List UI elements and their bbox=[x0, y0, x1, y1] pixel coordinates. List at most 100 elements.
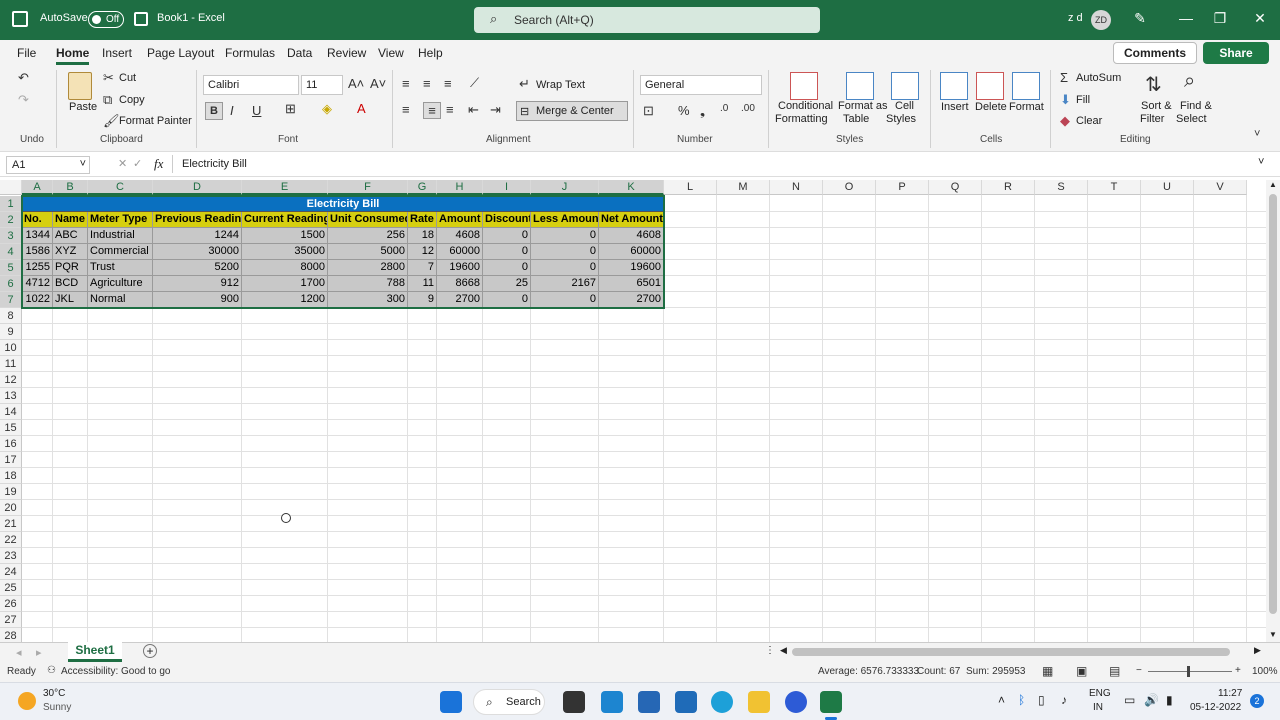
formula-input[interactable]: Electricity Bill bbox=[182, 158, 247, 170]
vertical-scrollbar[interactable]: ▲ ▼ bbox=[1266, 180, 1280, 642]
data-cell[interactable]: ABC bbox=[53, 228, 88, 244]
weather-temp[interactable]: 30°C bbox=[43, 688, 65, 699]
tab-options-icon[interactable]: ⋮ bbox=[765, 645, 775, 656]
data-cell[interactable]: 0 bbox=[483, 292, 531, 308]
weather-sun-icon[interactable] bbox=[18, 692, 36, 710]
status-sum[interactable]: Sum: 295953 bbox=[966, 666, 1026, 677]
data-cell[interactable]: 1500 bbox=[242, 228, 328, 244]
data-cell[interactable]: 19600 bbox=[437, 260, 483, 276]
column-header[interactable]: E bbox=[242, 180, 328, 195]
data-cell[interactable]: 2700 bbox=[599, 292, 664, 308]
row-header[interactable]: 15 bbox=[0, 420, 22, 436]
data-cell[interactable]: 25 bbox=[483, 276, 531, 292]
undo-icon[interactable]: ↶ bbox=[18, 70, 29, 86]
data-cell[interactable]: 0 bbox=[483, 260, 531, 276]
conditional-formatting-icon[interactable] bbox=[790, 72, 818, 100]
row-header[interactable]: 23 bbox=[0, 548, 22, 564]
increase-decimal-icon[interactable]: .0 bbox=[720, 103, 728, 114]
save-icon[interactable] bbox=[134, 12, 148, 26]
data-cell[interactable]: 9 bbox=[408, 292, 437, 308]
page-layout-view-icon[interactable]: ▣ bbox=[1076, 664, 1087, 678]
data-cell[interactable]: Normal bbox=[88, 292, 153, 308]
row-header[interactable]: 10 bbox=[0, 340, 22, 356]
column-header[interactable]: D bbox=[153, 180, 242, 195]
data-cell[interactable]: 5000 bbox=[328, 244, 408, 260]
data-cell[interactable]: JKL bbox=[53, 292, 88, 308]
status-count[interactable]: Count: 67 bbox=[917, 666, 960, 677]
zoom-slider-thumb[interactable] bbox=[1187, 666, 1190, 677]
battery-tray-icon[interactable]: ▮ bbox=[1166, 693, 1173, 707]
app-l-icon[interactable] bbox=[601, 691, 623, 713]
delete-cells-icon[interactable] bbox=[976, 72, 1004, 100]
menu-review[interactable]: Review bbox=[327, 46, 366, 60]
data-cell[interactable]: 0 bbox=[483, 228, 531, 244]
data-cell[interactable]: 6501 bbox=[599, 276, 664, 292]
cut-icon[interactable]: ✂ bbox=[103, 70, 114, 86]
align-middle-icon[interactable]: ≡ bbox=[423, 76, 431, 91]
row-header[interactable]: 6 bbox=[0, 276, 22, 292]
data-cell[interactable]: 1344 bbox=[22, 228, 53, 244]
header-cell[interactable]: Discount bbox=[483, 212, 531, 228]
header-cell[interactable]: Less Amount bbox=[531, 212, 599, 228]
decrease-font-icon[interactable]: A˅ bbox=[370, 76, 386, 91]
language-region[interactable]: IN bbox=[1093, 702, 1103, 713]
row-header[interactable]: 7 bbox=[0, 292, 22, 308]
minimize-icon[interactable]: — bbox=[1176, 10, 1196, 26]
comments-button[interactable]: Comments bbox=[1113, 42, 1197, 64]
pen-icon[interactable]: ✎ bbox=[1130, 10, 1150, 27]
row-header[interactable]: 13 bbox=[0, 388, 22, 404]
row-header[interactable]: 25 bbox=[0, 580, 22, 596]
zoom-level[interactable]: 100% bbox=[1252, 666, 1278, 677]
status-average[interactable]: Average: 6576.733333 bbox=[818, 666, 919, 677]
column-header[interactable]: B bbox=[53, 180, 88, 195]
conditional-formatting-label-2[interactable]: Formatting bbox=[775, 113, 828, 125]
row-header[interactable]: 11 bbox=[0, 356, 22, 372]
comma-style-icon[interactable]: ❟ bbox=[700, 103, 705, 119]
data-cell[interactable]: 8668 bbox=[437, 276, 483, 292]
row-header[interactable]: 3 bbox=[0, 228, 22, 244]
merge-center-button[interactable]: ⊟ Merge & Center bbox=[516, 101, 628, 121]
font-name-select[interactable]: Calibri bbox=[203, 75, 299, 95]
header-cell[interactable]: Net Amount bbox=[599, 212, 664, 228]
data-cell[interactable]: 788 bbox=[328, 276, 408, 292]
fill-button[interactable]: Fill bbox=[1076, 94, 1090, 106]
data-cell[interactable]: 30000 bbox=[153, 244, 242, 260]
data-cell[interactable]: 1255 bbox=[22, 260, 53, 276]
zoom-slider[interactable] bbox=[1148, 671, 1232, 672]
fill-icon[interactable]: ⬇ bbox=[1060, 92, 1071, 108]
clock-date[interactable]: 05-12-2022 bbox=[1190, 702, 1241, 713]
number-format-select[interactable]: General bbox=[640, 75, 762, 95]
format-as-table-label-2[interactable]: Table bbox=[843, 113, 869, 125]
header-cell[interactable]: Unit Consumed bbox=[328, 212, 408, 228]
header-cell[interactable]: Amount bbox=[437, 212, 483, 228]
data-cell[interactable]: 12 bbox=[408, 244, 437, 260]
data-cell[interactable]: 60000 bbox=[437, 244, 483, 260]
cell-styles-label-2[interactable]: Styles bbox=[886, 113, 916, 125]
cell-styles-label[interactable]: Cell bbox=[895, 100, 914, 112]
column-header[interactable]: U bbox=[1141, 180, 1194, 195]
row-header[interactable]: 22 bbox=[0, 532, 22, 548]
font-color-icon[interactable]: A bbox=[357, 101, 366, 116]
data-cell[interactable]: 4608 bbox=[599, 228, 664, 244]
notification-badge[interactable]: 2 bbox=[1250, 694, 1264, 708]
insert-cells-icon[interactable] bbox=[940, 72, 968, 100]
cancel-entry-icon[interactable]: ✕ bbox=[118, 157, 127, 170]
row-header[interactable]: 20 bbox=[0, 500, 22, 516]
column-header[interactable]: R bbox=[982, 180, 1035, 195]
percent-icon[interactable]: % bbox=[678, 103, 690, 118]
accounting-format-icon[interactable]: ⊡ bbox=[643, 103, 654, 119]
align-top-icon[interactable]: ≡ bbox=[402, 76, 410, 91]
align-right-icon[interactable]: ≡ bbox=[446, 102, 454, 117]
volume-icon[interactable]: 🔊 bbox=[1144, 693, 1159, 707]
edge-icon[interactable] bbox=[711, 691, 733, 713]
data-cell[interactable]: 1700 bbox=[242, 276, 328, 292]
increase-font-icon[interactable]: A˄ bbox=[348, 76, 364, 91]
row-header[interactable]: 19 bbox=[0, 484, 22, 500]
autosum-icon[interactable]: Σ bbox=[1060, 70, 1068, 85]
data-cell[interactable]: 7 bbox=[408, 260, 437, 276]
microphone-icon[interactable]: ♪ bbox=[1061, 693, 1067, 707]
data-cell[interactable]: 35000 bbox=[242, 244, 328, 260]
paste-button[interactable]: Paste bbox=[69, 101, 97, 113]
borders-icon[interactable]: ⊞ bbox=[285, 101, 296, 117]
menu-file[interactable]: File bbox=[17, 46, 36, 60]
